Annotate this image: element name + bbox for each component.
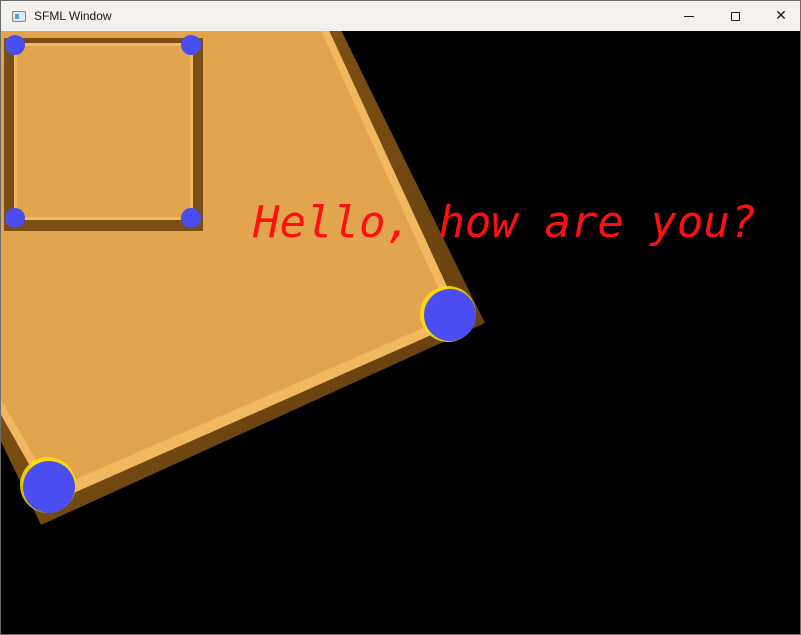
small-panel-face xyxy=(17,46,190,217)
small-panel-handle-top-right[interactable] xyxy=(181,35,201,55)
window-title: SFML Window xyxy=(34,9,112,23)
close-icon: ✕ xyxy=(775,8,787,24)
small-panel-handle-top-left[interactable] xyxy=(5,35,25,55)
close-button[interactable]: ✕ xyxy=(758,1,801,31)
minimize-button[interactable] xyxy=(666,1,712,31)
maximize-icon xyxy=(730,11,740,21)
greeting-text: Hello, how are you? xyxy=(253,197,757,248)
title-bar[interactable]: SFML Window ✕ xyxy=(1,1,800,31)
large-panel-handle-right[interactable] xyxy=(424,289,476,341)
app-window: SFML Window ✕ Hello, how are you? xyxy=(0,0,801,635)
large-panel-handle-left[interactable] xyxy=(23,461,75,513)
small-panel-handle-bottom-left[interactable] xyxy=(5,208,25,228)
minimize-icon xyxy=(684,15,694,17)
small-panel-handle-bottom-right[interactable] xyxy=(181,208,201,228)
render-canvas[interactable]: Hello, how are you? xyxy=(1,31,800,634)
maximize-button[interactable] xyxy=(712,1,758,31)
app-icon xyxy=(12,10,26,22)
scene-graphics xyxy=(1,31,485,525)
